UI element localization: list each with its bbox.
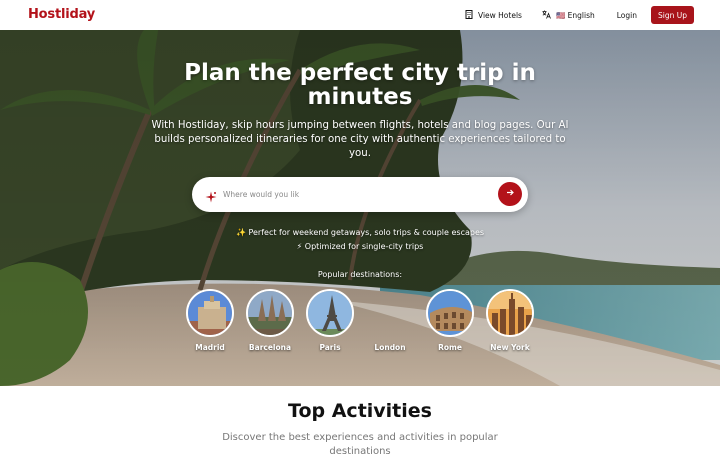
destination-name: London xyxy=(374,343,406,352)
destination-madrid[interactable]: Madrid xyxy=(180,289,240,352)
new-york-image xyxy=(486,289,534,337)
building-icon xyxy=(465,9,473,21)
destination-london[interactable]: London xyxy=(360,289,420,352)
view-hotels-label: View Hotels xyxy=(477,10,522,20)
single-city-hint: ⚡ Optimized for single-city trips xyxy=(296,242,424,251)
destination-name: Barcelona xyxy=(248,343,292,352)
signup-button[interactable]: Sign Up xyxy=(651,6,694,24)
madrid-image xyxy=(186,289,234,337)
arrow-right-icon xyxy=(506,188,515,200)
weekend-getaways-hint: ✨ Perfect for weekend getaways, solo tri… xyxy=(235,228,485,237)
sparkle-icon xyxy=(205,188,217,203)
paris-image xyxy=(306,289,354,337)
destination-name: Paris xyxy=(319,343,341,352)
london-image xyxy=(366,289,414,337)
language-label: 🇺🇸 English xyxy=(555,10,595,20)
top-activities-title: Top Activities xyxy=(288,400,432,422)
nav-links: View Hotels 🇺🇸 English Login Sign Up xyxy=(465,6,694,24)
destination-new-york[interactable]: New York xyxy=(480,289,540,352)
hero-content: Plan the perfect city trip in minutes Wi… xyxy=(0,30,720,386)
hero-section: Plan the perfect city trip in minutes Wi… xyxy=(0,30,720,386)
translate-icon xyxy=(542,10,551,21)
top-nav-bar: Hostliday View Hotels 🇺🇸 English Login S… xyxy=(0,0,720,30)
destination-barcelona[interactable]: Barcelona xyxy=(240,289,300,352)
destination-search-input[interactable] xyxy=(221,187,471,202)
destination-search-bar xyxy=(192,177,528,212)
view-hotels-link[interactable]: View Hotels xyxy=(465,9,522,21)
hero-subtitle: With Hostliday, skip hours jumping betwe… xyxy=(151,120,569,159)
popular-destinations-label: Popular destinations: xyxy=(317,270,403,279)
destination-name: Rome xyxy=(438,343,462,352)
search-submit-button[interactable] xyxy=(498,182,522,206)
destination-rome[interactable]: Rome xyxy=(420,289,480,352)
destination-paris[interactable]: Paris xyxy=(300,289,360,352)
language-selector[interactable]: 🇺🇸 English xyxy=(542,10,595,21)
login-link[interactable]: Login xyxy=(617,11,637,20)
top-activities-subtitle: Discover the best experiences and activi… xyxy=(222,432,498,457)
barcelona-image xyxy=(246,289,294,337)
hero-title: Plan the perfect city trip in minutes xyxy=(184,60,536,110)
logo[interactable]: Hostliday xyxy=(28,7,95,22)
rome-image xyxy=(426,289,474,337)
destination-name: Madrid xyxy=(195,343,225,352)
destination-name: New York xyxy=(490,343,530,352)
